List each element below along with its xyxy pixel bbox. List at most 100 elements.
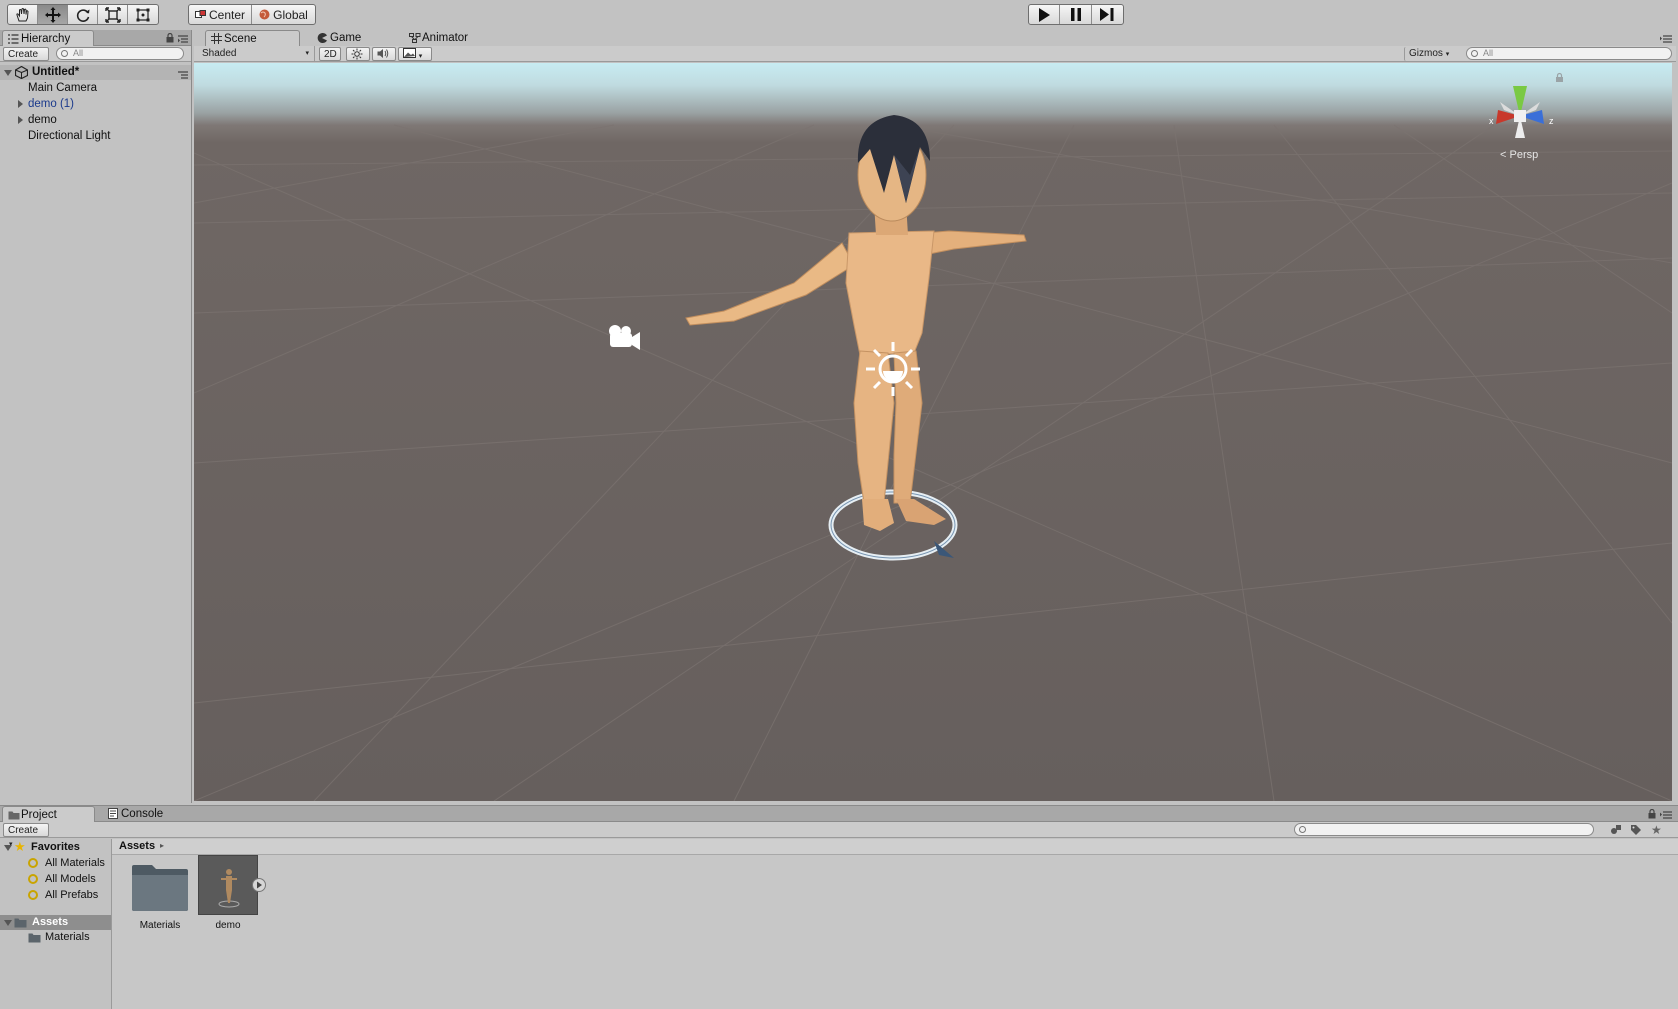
- project-search-input[interactable]: [1294, 823, 1594, 836]
- expand-arrow-icon[interactable]: [18, 116, 23, 124]
- rotate-icon: [75, 7, 91, 23]
- rect-tool-button[interactable]: [128, 5, 158, 24]
- gizmo-axis-z-label: z: [1549, 116, 1554, 126]
- scene-toolbar: Shaded ▾ 2D ▾ Gizmos ▾ All: [194, 46, 1676, 62]
- shading-mode-dropdown[interactable]: Shaded ▾: [198, 47, 312, 61]
- lock-icon[interactable]: [1648, 808, 1656, 822]
- selection-ring: [828, 489, 958, 561]
- animator-tab-label: Animator: [422, 32, 469, 44]
- camera-gizmo: [609, 325, 640, 350]
- hierarchy-create-button[interactable]: Create ▾: [3, 47, 49, 72]
- expand-arrow-icon[interactable]: [4, 70, 12, 76]
- expand-arrow-icon[interactable]: [4, 920, 12, 926]
- scene-render: [194, 72, 1672, 801]
- hierarchy-item-demo-1[interactable]: demo (1): [0, 97, 191, 112]
- rotate-tool-button[interactable]: [68, 5, 98, 24]
- breadcrumb-item-assets[interactable]: Assets: [119, 840, 155, 852]
- hand-icon: [15, 7, 31, 22]
- move-tool-button[interactable]: [38, 5, 68, 24]
- light-gizmo: [866, 342, 920, 396]
- panel-menu-icon[interactable]: [1660, 810, 1672, 822]
- expand-arrow-icon[interactable]: [18, 100, 23, 108]
- tab-hierarchy[interactable]: Hierarchy: [2, 30, 94, 46]
- speaker-icon: [377, 49, 389, 62]
- step-button[interactable]: [1092, 5, 1123, 24]
- assets-folder-row[interactable]: Assets: [0, 915, 111, 930]
- gizmo-lock-icon[interactable]: [1556, 72, 1563, 83]
- hierarchy-panel: Hierarchy Create ▾ All Untitled* Main Ca…: [0, 30, 192, 803]
- move-icon: [44, 6, 61, 23]
- asset-demo-model[interactable]: demo: [198, 855, 294, 939]
- image-icon: [403, 48, 416, 61]
- favorites-row[interactable]: ★ Favorites: [0, 839, 112, 855]
- 2d-mode-toggle[interactable]: 2D: [319, 47, 341, 61]
- sun-icon: [351, 48, 363, 63]
- scale-tool-button[interactable]: [98, 5, 128, 24]
- tab-game[interactable]: Game: [312, 30, 392, 46]
- favorite-label: All Materials: [45, 857, 105, 869]
- project-panel: Project Console Create ▾ ★ ★ Favorites A…: [0, 805, 1678, 1009]
- scene-lighting-toggle[interactable]: [346, 47, 370, 61]
- search-icon: [28, 874, 38, 884]
- expand-arrow-icon[interactable]: [4, 845, 12, 851]
- tab-console[interactable]: Console: [103, 806, 183, 822]
- folder-icon: [130, 863, 190, 916]
- project-tab-label: Project: [21, 809, 57, 821]
- hierarchy-item-label: Directional Light: [28, 130, 111, 142]
- search-icon: [1471, 50, 1478, 57]
- scene-tab-label: Scene: [224, 33, 257, 45]
- scene-search-input[interactable]: All: [1466, 47, 1672, 60]
- rect-transform-icon: [135, 7, 151, 23]
- filter-by-label-icon[interactable]: [1630, 824, 1642, 839]
- star-icon: ★: [14, 839, 26, 854]
- project-toolbar: Create ▾ ★: [0, 822, 1678, 848]
- pause-button[interactable]: [1060, 5, 1092, 24]
- perspective-icon: <: [1500, 149, 1507, 161]
- scene-audio-toggle[interactable]: [372, 47, 396, 61]
- hierarchy-search-input[interactable]: All: [56, 47, 184, 60]
- gizmos-label: Gizmos: [1409, 48, 1443, 59]
- dropdown-arrow-icon: ▾: [305, 50, 309, 57]
- hierarchy-tabstrip: Hierarchy: [0, 30, 191, 46]
- assets-label: Assets: [32, 916, 69, 928]
- lock-icon[interactable]: [166, 32, 174, 46]
- panel-menu-icon[interactable]: [1660, 34, 1672, 46]
- star-icon[interactable]: ★: [1651, 823, 1662, 837]
- globe-icon: [259, 9, 270, 20]
- project-tabstrip: Project Console: [0, 806, 1678, 822]
- play-button[interactable]: [1029, 5, 1061, 24]
- hierarchy-item-directional-light[interactable]: Directional Light: [28, 129, 110, 144]
- playback-controls: [1028, 4, 1124, 25]
- create-label: Create: [8, 825, 39, 836]
- panel-menu-icon[interactable]: [178, 34, 188, 46]
- gizmos-dropdown[interactable]: Gizmos ▾: [1404, 47, 1454, 61]
- main-toolbar: Center Global: [0, 0, 1678, 30]
- orientation-gizmo[interactable]: [1496, 86, 1544, 138]
- hierarchy-item-demo[interactable]: demo: [0, 113, 191, 128]
- scene-tabstrip: Scene Game Animator: [192, 30, 1678, 46]
- hand-tool-button[interactable]: [8, 5, 38, 24]
- tab-animator[interactable]: Animator: [404, 30, 504, 46]
- favorite-label: All Prefabs: [45, 889, 99, 901]
- tab-scene[interactable]: Scene: [205, 30, 300, 46]
- scene-menu-icon[interactable]: [178, 69, 188, 84]
- hierarchy-tab-label: Hierarchy: [21, 33, 71, 45]
- scene-effects-dropdown[interactable]: ▾: [398, 47, 432, 61]
- tab-project[interactable]: Project: [2, 806, 95, 822]
- gizmo-axis-x-label: x: [1489, 116, 1494, 126]
- scene-root-row[interactable]: Untitled*: [0, 65, 191, 80]
- space-mode-button[interactable]: Global: [252, 5, 315, 24]
- hierarchy-item-label: demo (1): [28, 98, 75, 110]
- hierarchy-item-main-camera[interactable]: Main Camera: [28, 81, 97, 96]
- pivot-mode-button[interactable]: Center: [189, 5, 253, 24]
- search-icon: [1299, 826, 1306, 833]
- scene-viewport[interactable]: x z < Persp: [194, 63, 1672, 801]
- model-thumbnail: [198, 855, 258, 915]
- folder-icon: [28, 932, 41, 948]
- pause-icon: [1070, 8, 1081, 21]
- projection-toggle[interactable]: < Persp: [1500, 149, 1538, 161]
- filter-by-type-icon[interactable]: [1610, 824, 1622, 839]
- transform-tools: [7, 4, 159, 25]
- project-create-button[interactable]: Create ▾: [3, 823, 49, 848]
- expand-model-icon[interactable]: [252, 878, 266, 892]
